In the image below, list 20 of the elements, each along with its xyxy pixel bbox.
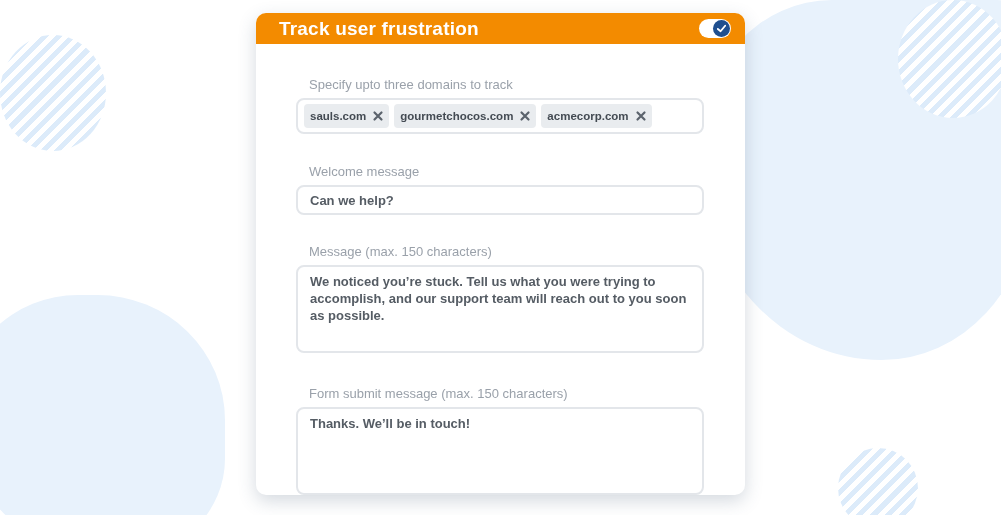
- tag-text: gourmetchocos.com: [400, 110, 514, 122]
- remove-tag-button[interactable]: [519, 110, 532, 122]
- close-icon: [519, 110, 532, 122]
- field-label: Message (max. 150 characters): [308, 244, 493, 259]
- close-icon: [372, 110, 385, 122]
- field-label: Specify upto three domains to track: [308, 77, 514, 92]
- check-icon: [716, 23, 727, 34]
- text-area[interactable]: We noticed you’re stuck. Tell us what you were trying to accomplish, and our support team will reach out to you soon as possible.: [296, 265, 704, 353]
- text-area[interactable]: Thanks. We’ll be in touch!: [296, 407, 704, 495]
- domains-field[interactable]: sauls.com gourmetchocos.com acmecorp.com: [296, 98, 704, 134]
- card-title: Track user frustration: [279, 17, 479, 40]
- field-label: Welcome message: [308, 164, 421, 179]
- remove-tag-button[interactable]: [372, 110, 385, 122]
- tag-text: sauls.com: [310, 110, 367, 122]
- input-field[interactable]: Can we help?: [296, 185, 704, 215]
- close-icon: [634, 110, 647, 122]
- tag-text: acmecorp.com: [547, 110, 629, 122]
- toggle-switch[interactable]: [699, 19, 731, 38]
- field-label: Form submit message (max. 150 characters): [308, 386, 569, 401]
- remove-tag-button[interactable]: [634, 110, 647, 122]
